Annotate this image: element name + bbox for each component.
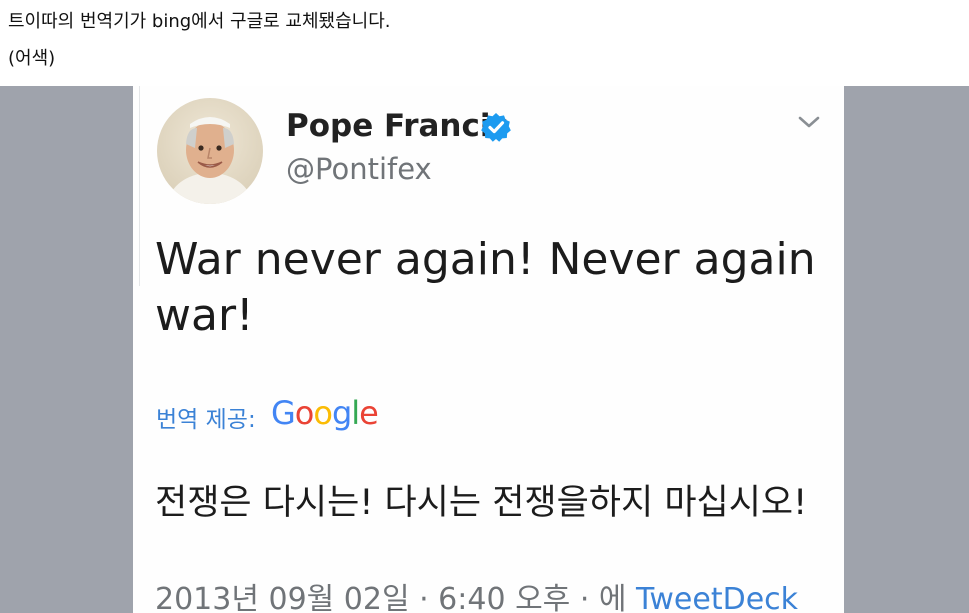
post-title-line: 트이따의 번역기가 bing에서 구글로 교체됐습니다. [8,11,391,32]
post-header: 트이따의 번역기가 bing에서 구글로 교체됐습니다. (어색) [0,0,969,86]
tweet-meta: 2013년 09월 02일 · 6:40 오후 · 에 TweetDeck [155,574,798,613]
post-subtitle-line: (어색) [8,48,56,69]
chevron-down-icon[interactable] [797,114,821,130]
tweet-text: War never again! Never again war! [155,234,816,341]
tweet-card: Pope Francis @Pontifex War never again! … [133,86,844,613]
card-divider [139,86,140,286]
display-name[interactable]: Pope Francis [286,108,509,144]
avatar[interactable] [157,98,263,204]
tweet-timestamp[interactable]: 2013년 09월 02일 · 6:40 오후 · 에 [155,582,636,613]
via-client-link[interactable]: TweetDeck [636,582,798,613]
verified-badge-icon [481,112,511,142]
translated-text: 전쟁은 다시는! 다시는 전쟁을하지 마십시오! [155,483,808,523]
google-logo[interactable]: Google [271,394,379,432]
screenshot-image: Pope Francis @Pontifex War never again! … [0,86,969,613]
translated-by-label: 번역 제공: [156,407,256,433]
user-handle[interactable]: @Pontifex [286,152,432,186]
